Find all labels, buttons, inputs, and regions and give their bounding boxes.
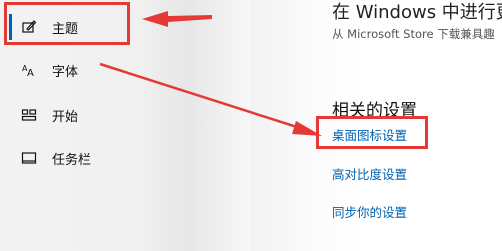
annotation-arrowhead <box>292 121 322 136</box>
annotation-arrows <box>99 11 322 136</box>
annotation-arrow-left <box>142 11 212 27</box>
annotation-arrow-diagonal <box>99 62 301 130</box>
